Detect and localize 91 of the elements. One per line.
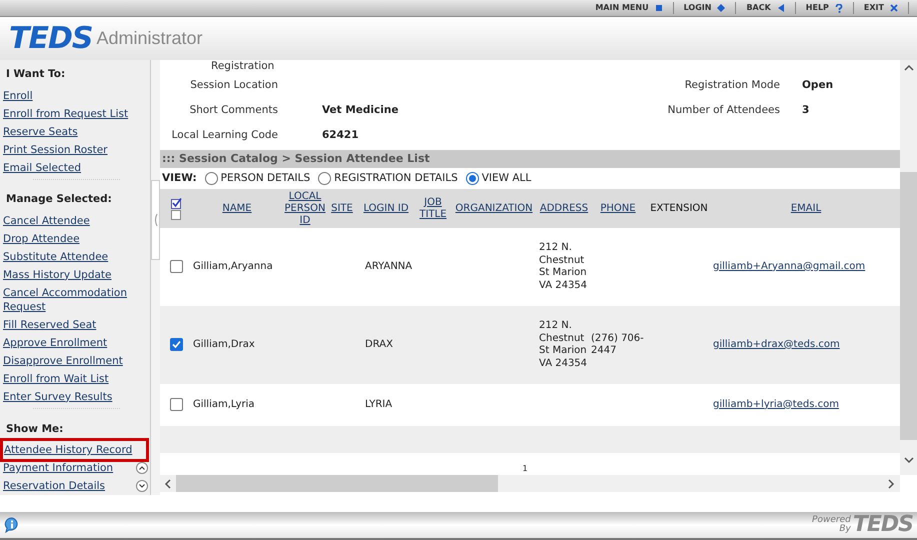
sidebar-link[interactable]: Print Session Roster [3,140,108,159]
table-cell: Gilliam,Lyria [193,398,254,410]
section-heading: Manage Selected: [5,192,113,208]
field-label: Local Learning Code [170,128,278,143]
sidebar-link[interactable]: Email Selected [3,158,81,177]
email-link[interactable]: gilliamb+drax@teds.com [713,338,840,350]
nav-link[interactable]: HELP [796,2,854,14]
close-icon [890,4,898,12]
email-link[interactable]: gilliamb+Aryanna@gmail.com [713,260,866,272]
column-header: EXTENSION [650,202,708,214]
sidebar-link[interactable]: Drop Attendee [3,230,80,248]
radio-button[interactable] [466,172,479,185]
sidebar-link[interactable]: Enroll from Wait List [3,370,109,388]
checkbox[interactable] [170,398,182,412]
sidebar-link[interactable]: Enroll from Request List [3,104,128,123]
checkbox[interactable] [171,210,181,220]
nav-link[interactable]: LOGIN [674,2,736,14]
sidebar-link[interactable]: Attendee History Record [3,441,146,460]
logo: TEDS [9,24,92,54]
column-header[interactable]: LOCAL PERSON ID [283,190,327,226]
back-icon [776,4,785,12]
field-value: Open [801,78,834,93]
sidebar-link[interactable]: Mass History Update [3,266,112,284]
field-value: 62421 [321,128,360,143]
powered-by-label: Powered By [811,516,851,534]
column-header[interactable]: NAME [222,202,252,214]
email-link[interactable]: gilliamb+lyria@teds.com [713,398,839,410]
view-label: VIEW: [162,170,197,186]
table-cell-text: DRAX [364,338,393,350]
scroll-left-icon[interactable] [164,478,172,488]
info-icon[interactable] [4,517,20,533]
table-cell: Gilliam,Aryanna [193,260,273,272]
radio-option[interactable]: VIEW ALL [466,170,532,186]
nav-link[interactable]: EXIT [854,2,909,14]
page-link[interactable]: 1 [522,465,528,473]
field-label: Number of Attendees [666,102,780,118]
column-header[interactable]: ORGANIZATION [455,202,533,214]
section-title: ::: Session Catalog > Session Attendee List [160,150,900,168]
column-header[interactable]: SITE [331,202,353,214]
sidebar-link[interactable]: Fill Reserved Seat [3,316,96,334]
field-value: Vet Medicine [321,102,400,118]
table-cell-text: ARYANNA [364,260,412,272]
sidebar-link[interactable]: Reservation Details [3,477,106,496]
checkbox[interactable] [170,338,182,352]
vertical-scrollbar[interactable] [900,60,917,475]
help-icon [834,4,843,12]
scroll-down-icon[interactable] [904,456,914,464]
horizontal-scrollbar[interactable] [160,475,900,492]
sidebar-link[interactable]: Payment Information [3,459,114,478]
scroll-down-icon[interactable] [136,480,148,492]
sidebar-link[interactable]: Enroll [3,86,33,105]
field-value: 3 [801,102,810,118]
app-title: Administrator [96,27,202,50]
radio-button[interactable] [204,172,218,185]
nav-link[interactable]: MAIN MENU [585,2,674,14]
scroll-up-icon[interactable] [904,64,914,72]
scroll-up-icon[interactable] [136,462,148,474]
section-heading: I Want To: [5,67,66,82]
table-cell: 212 N. Chestnut St Marion VA 24354 [539,242,588,290]
sidebar-link[interactable]: Substitute Attendee [3,248,108,266]
sidebar-link[interactable]: Cancel Attendee [3,212,90,230]
sidebar-link[interactable]: Disapprove Enrollment [3,352,123,370]
table-cell: 212 N. Chestnut St Marion VA 24354 [539,320,588,368]
radio-option[interactable]: REGISTRATION DETAILS [318,170,458,186]
splitter-handle[interactable] [151,180,160,260]
table-cell-text: LYRIA [364,398,392,410]
column-header[interactable]: EMAIL [790,202,822,214]
checkbox[interactable] [170,260,182,274]
sidebar-link[interactable]: Cancel Accommodation Request [3,284,150,316]
section-heading: Show Me: [5,422,64,436]
field-label: Short Comments [188,102,278,118]
table-cell: Gilliam,Drax [193,338,255,350]
nav-link[interactable]: BACK [736,2,796,14]
select-all-icon[interactable] [170,198,182,208]
field-label: Registration Mode [684,78,780,93]
column-header[interactable]: ADDRESS [540,202,588,214]
radio-button[interactable] [318,172,332,185]
sidebar-link[interactable]: Reserve Seats [3,122,78,141]
radio-option[interactable]: PERSON DETAILS [204,170,310,186]
column-header[interactable]: JOB TITLE [417,196,449,220]
column-header[interactable]: PHONE [600,202,636,214]
table-cell: (276) 706-2447 [591,332,644,356]
diamond-icon [717,4,726,12]
column-header[interactable]: LOGIN ID [363,202,409,214]
footer-logo: TEDS [852,514,913,536]
field-label: Session Location [189,78,278,93]
sidebar-link[interactable]: Enter Survey Results [3,388,112,406]
scroll-right-icon[interactable] [887,478,895,488]
sidebar-link[interactable]: Approve Enrollment [3,334,108,352]
field-label: Registration [211,60,274,73]
square-icon [654,4,663,12]
